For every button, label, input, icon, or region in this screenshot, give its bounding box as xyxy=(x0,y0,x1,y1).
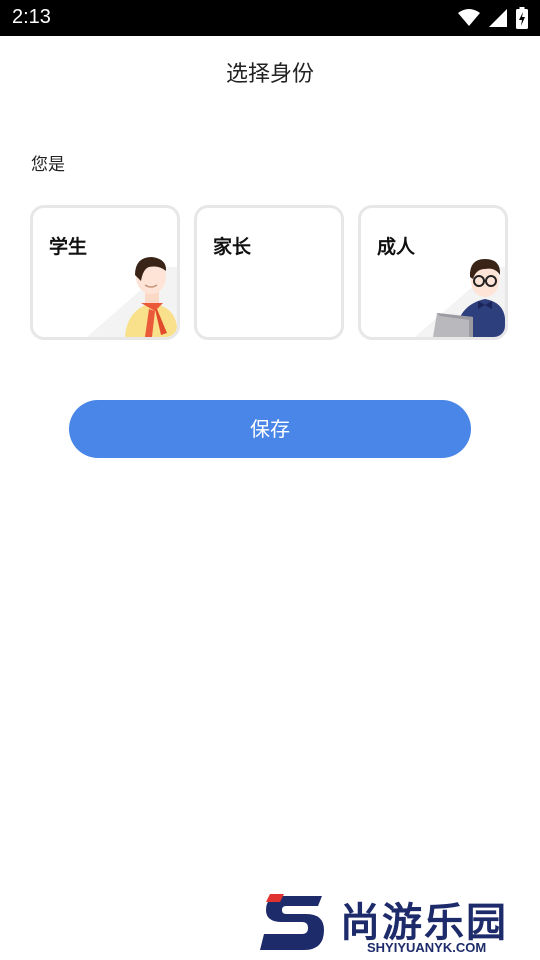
identity-card-label: 成人 xyxy=(377,236,416,258)
wifi-icon xyxy=(458,9,480,31)
identity-card-parent[interactable]: 家长 xyxy=(194,205,344,340)
signal-icon xyxy=(488,8,508,32)
watermark-logo: 尚游乐园 SHYIYUANYK.COM xyxy=(260,888,540,960)
identity-card-label: 学生 xyxy=(49,236,88,258)
identity-question: 您是 xyxy=(31,155,65,175)
status-bar: 2:13 xyxy=(0,0,540,36)
page-title: 选择身份 xyxy=(225,62,314,87)
identity-card-label: 家长 xyxy=(213,236,252,258)
watermark-s-icon xyxy=(260,894,324,950)
status-icons xyxy=(458,7,528,33)
identity-card-adult[interactable]: 成人 xyxy=(358,205,508,340)
identity-options: 学生 家长 成人 xyxy=(30,205,508,340)
adult-illustration xyxy=(415,259,505,337)
save-button[interactable]: 保存 xyxy=(69,400,471,458)
status-time: 2:13 xyxy=(12,6,51,28)
battery-icon xyxy=(516,7,528,33)
student-illustration xyxy=(87,257,177,337)
watermark-brand-en: SHYIYUANYK.COM xyxy=(367,940,487,955)
identity-card-student[interactable]: 学生 xyxy=(30,205,180,340)
